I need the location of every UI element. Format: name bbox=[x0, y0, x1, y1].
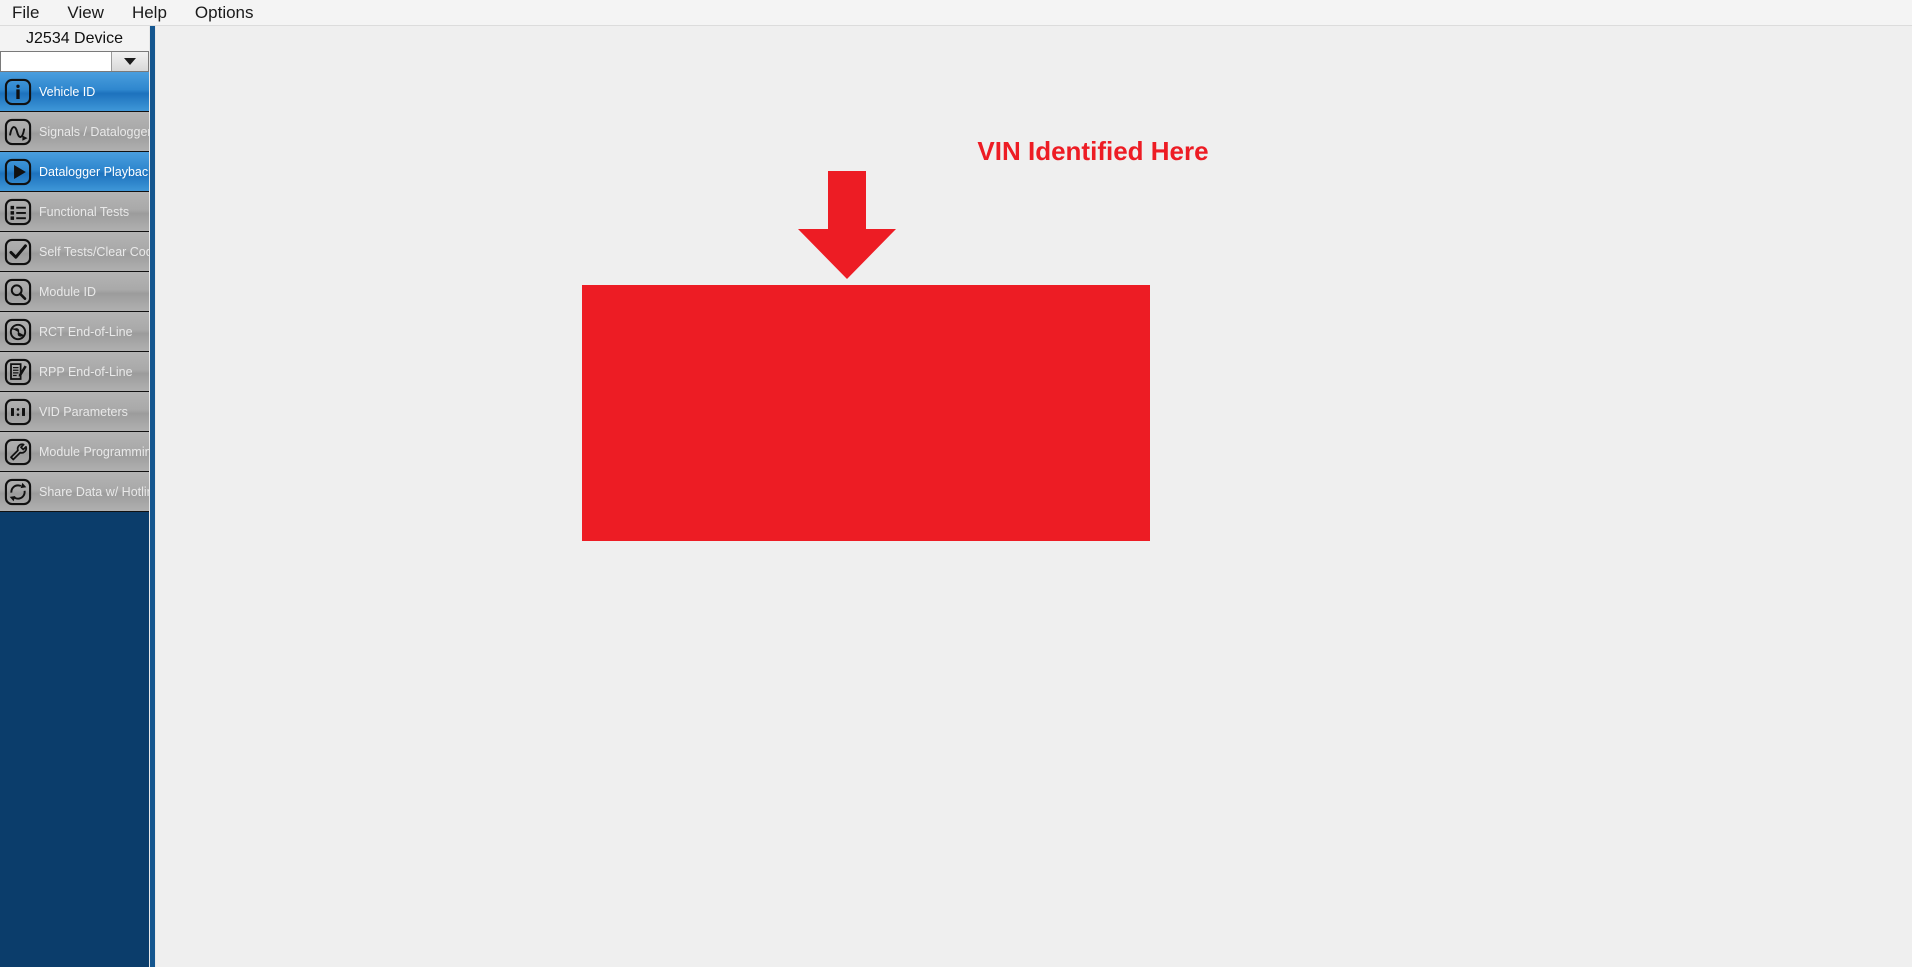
sidebar-item-functional-tests[interactable]: Functional Tests bbox=[0, 192, 149, 232]
main-content: VIN Identified Here bbox=[156, 26, 1912, 967]
sidebar-item-label: Module ID bbox=[39, 284, 96, 299]
sidebar-item-self-tests-clear-codes[interactable]: Self Tests/Clear Codes bbox=[0, 232, 149, 272]
sidebar-item-rpp-end-of-line[interactable]: RPP End-of-Line bbox=[0, 352, 149, 392]
device-select-value[interactable] bbox=[1, 52, 111, 71]
sidebar-scrollbar-thumb[interactable] bbox=[150, 26, 155, 967]
annotation-title: VIN Identified Here bbox=[977, 136, 1209, 166]
magnifier-icon bbox=[3, 277, 33, 307]
sidebar-item-module-programming[interactable]: Module Programming bbox=[0, 432, 149, 472]
checkmark-icon bbox=[3, 237, 33, 267]
sidebar-item-label: Share Data w/ Hotline bbox=[39, 484, 149, 499]
waveform-icon bbox=[3, 117, 33, 147]
sidebar-item-label: VID Parameters bbox=[39, 404, 128, 419]
sidebar-item-vehicle-id[interactable]: Vehicle ID bbox=[0, 72, 149, 112]
chevron-down-icon bbox=[124, 58, 136, 65]
sidebar-item-label: Module Programming bbox=[39, 444, 149, 459]
sidebar-nav: Vehicle ID Signals / Datalogger Datalogger… bbox=[0, 72, 149, 512]
sidebar-item-share-data-w-hotline[interactable]: Share Data w/ Hotline bbox=[0, 472, 149, 512]
info-icon bbox=[3, 77, 33, 107]
sidebar-item-label: Self Tests/Clear Codes bbox=[39, 244, 149, 259]
sidebar-item-label: Functional Tests bbox=[39, 204, 130, 219]
list-icon bbox=[3, 197, 33, 227]
sidebar-scrollbar[interactable] bbox=[149, 26, 156, 967]
down-arrow-annotation-icon bbox=[798, 171, 896, 279]
sidebar-item-label: Signals / Datalogger bbox=[39, 124, 149, 139]
menu-view[interactable]: View bbox=[53, 0, 118, 26]
ratio-icon bbox=[3, 397, 33, 427]
menu-bar: File View Help Options bbox=[0, 0, 1912, 26]
sidebar-item-label: RCT End-of-Line bbox=[39, 324, 133, 339]
menu-help[interactable]: Help bbox=[118, 0, 181, 26]
device-header-label: J2534 Device bbox=[26, 29, 123, 47]
vin-redaction-block bbox=[582, 285, 1150, 541]
document-edit-icon bbox=[3, 357, 33, 387]
globe-icon bbox=[3, 317, 33, 347]
sidebar-item-signals-datalogger[interactable]: Signals / Datalogger bbox=[0, 112, 149, 152]
sidebar-item-label: Vehicle ID bbox=[39, 84, 96, 99]
play-icon bbox=[3, 157, 33, 187]
device-select[interactable] bbox=[0, 51, 149, 72]
sidebar: J2534 Device Vehicle ID Signals / Datalog… bbox=[0, 26, 149, 967]
sidebar-item-label: RPP End-of-Line bbox=[39, 364, 133, 379]
sync-icon bbox=[3, 477, 33, 507]
sidebar-item-vid-parameters[interactable]: VID Parameters bbox=[0, 392, 149, 432]
sidebar-item-datalogger-playback[interactable]: Datalogger Playback bbox=[0, 152, 149, 192]
sidebar-item-label: Datalogger Playback bbox=[39, 164, 149, 179]
sidebar-item-module-id[interactable]: Module ID bbox=[0, 272, 149, 312]
menu-options[interactable]: Options bbox=[181, 0, 268, 26]
sidebar-item-rct-end-of-line[interactable]: RCT End-of-Line bbox=[0, 312, 149, 352]
wrench-icon bbox=[3, 437, 33, 467]
device-header: J2534 Device bbox=[0, 26, 149, 51]
menu-file[interactable]: File bbox=[0, 0, 53, 26]
device-select-toggle[interactable] bbox=[111, 52, 148, 71]
